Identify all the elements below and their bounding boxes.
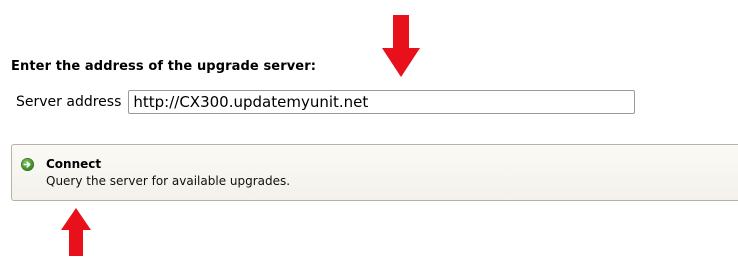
- connect-title: Connect: [46, 157, 102, 171]
- annotation-arrow-up-icon: [61, 208, 91, 256]
- connect-button[interactable]: Connect Query the server for available u…: [11, 144, 738, 201]
- connect-description: Query the server for available upgrades.: [46, 174, 291, 188]
- server-address-input[interactable]: [128, 90, 636, 114]
- annotation-arrow-down-icon: [382, 15, 420, 77]
- page: Enter the address of the upgrade server:…: [0, 0, 738, 257]
- arrow-right-circle-icon: [21, 158, 34, 171]
- server-address-label: Server address: [16, 94, 122, 110]
- section-heading: Enter the address of the upgrade server:: [11, 59, 317, 74]
- server-address-row: Server address: [16, 89, 636, 115]
